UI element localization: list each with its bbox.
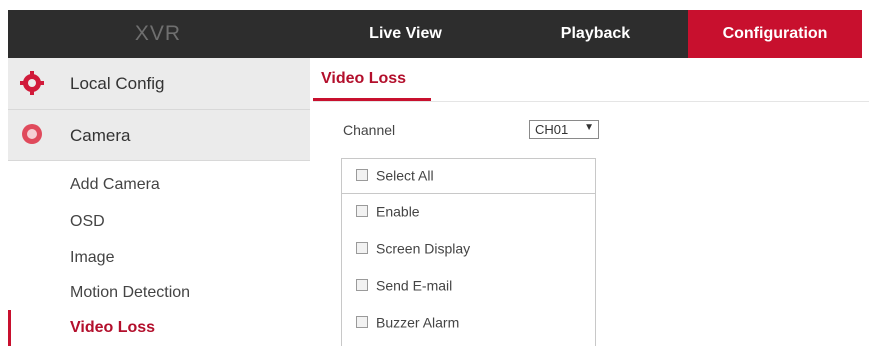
sidebar-item-local-config[interactable]: Local Config — [8, 58, 310, 110]
checkbox-label: Send E-mail — [376, 277, 453, 294]
sidebar: Local Config Camera Add Camera OSD Image… — [8, 58, 310, 346]
page-title: Video Loss — [321, 70, 407, 87]
checkbox-label: Enable — [376, 203, 420, 220]
channel-select-value: CH01 — [535, 122, 569, 137]
sidebar-item-video-loss[interactable]: Video Loss — [70, 319, 155, 337]
checkbox-box[interactable] — [356, 242, 368, 255]
gear-icon — [20, 71, 44, 95]
options-panel: Select All Enable Screen Display Send E-… — [341, 158, 596, 346]
screen-display-checkbox[interactable]: Screen Display — [356, 238, 470, 256]
camera-icon — [22, 124, 42, 144]
main-content: Video Loss Channel CH01 ▼ Select All Ena… — [313, 58, 869, 346]
checkbox-label: Screen Display — [376, 240, 471, 257]
channel-label: Channel — [343, 122, 396, 138]
app-logo: XVR — [134, 22, 182, 45]
chevron-down-icon: ▼ — [584, 122, 594, 133]
nav-configuration[interactable]: Configuration — [688, 10, 862, 58]
nav-playback[interactable]: Playback — [503, 10, 688, 58]
top-nav-bar: XVR Live View Playback Configuration — [8, 10, 862, 58]
sidebar-item-label: Camera — [70, 126, 131, 145]
sidebar-item-osd[interactable]: OSD — [70, 213, 105, 231]
checkbox-label: Select All — [376, 167, 434, 184]
divider — [313, 101, 869, 102]
sidebar-item-image[interactable]: Image — [70, 249, 114, 267]
active-item-indicator — [8, 310, 11, 346]
sidebar-item-add-camera[interactable]: Add Camera — [70, 176, 160, 194]
enable-checkbox[interactable]: Enable — [356, 201, 420, 219]
nav-live-view[interactable]: Live View — [308, 10, 503, 58]
checkbox-box[interactable] — [356, 205, 368, 218]
sidebar-item-motion-detection[interactable]: Motion Detection — [70, 284, 190, 302]
checkbox-box[interactable] — [356, 169, 368, 182]
sidebar-item-camera[interactable]: Camera — [8, 110, 310, 161]
checkbox-label: Buzzer Alarm — [376, 314, 460, 331]
checkbox-box[interactable] — [356, 279, 368, 292]
channel-select[interactable]: CH01 ▼ — [529, 120, 599, 139]
buzzer-alarm-checkbox[interactable]: Buzzer Alarm — [356, 312, 459, 330]
sidebar-item-label: Local Config — [70, 74, 165, 93]
select-all-checkbox[interactable]: Select All — [356, 165, 434, 183]
send-email-checkbox[interactable]: Send E-mail — [356, 275, 452, 293]
checkbox-box[interactable] — [356, 316, 368, 329]
